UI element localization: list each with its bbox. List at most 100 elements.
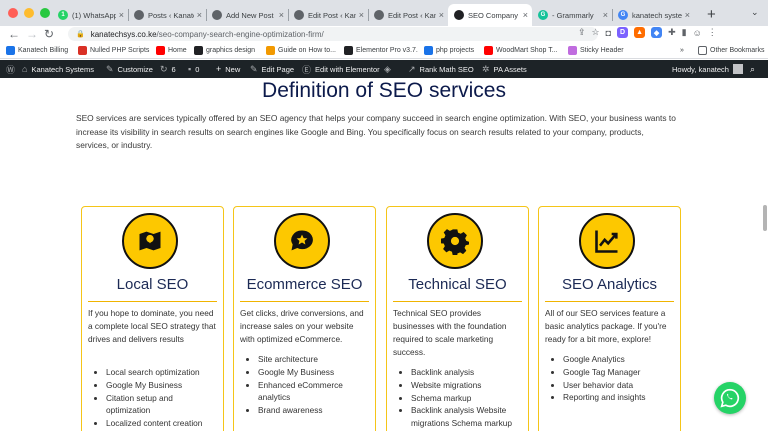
list-item: Localized content creation (106, 417, 219, 430)
list-item: Enhanced eCommerce analytics (258, 379, 371, 405)
php-icon (424, 45, 433, 55)
bookmark-item[interactable]: Kanatech Billing (6, 44, 68, 56)
address-bar[interactable]: 🔒 kanatechsys.co.ke /seo-company-search-… (68, 27, 598, 41)
browser-tab[interactable]: Gkanatech syste × (612, 4, 694, 26)
bookmark-item[interactable]: Home (156, 44, 187, 56)
tab-close-icon[interactable]: × (279, 10, 284, 20)
guide-icon (266, 45, 275, 55)
tab-close-icon[interactable]: × (197, 10, 202, 20)
sidebar-icon[interactable]: ▮ (682, 27, 687, 38)
bookmark-label: Kanatech Billing (18, 46, 69, 54)
lock-icon[interactable]: 🔒 (76, 30, 85, 38)
tab-title: Edit Post ‹ Kana (308, 10, 356, 20)
admin-edit-elementor[interactable]: Ⓔ Edit with Elementor (302, 60, 380, 78)
wp-logo-icon[interactable]: Ⓦ (6, 60, 19, 78)
extension-d-icon[interactable]: D (617, 27, 629, 38)
scrollbar-thumb[interactable] (763, 205, 767, 231)
bookmarks-bar: » Other Bookmarks Kanatech Billing Nulled… (0, 42, 768, 59)
rank-math-icon: ↗ (408, 63, 416, 74)
browser-tab[interactable]: Add New Post ‹ × (206, 4, 288, 26)
list-item: Brand awareness (258, 404, 371, 417)
browser-tab[interactable]: 1 (1) WhatsApp × (52, 4, 128, 26)
admin-comments[interactable]: ▪ 0 (188, 60, 199, 78)
service-card: Technical SEO Technical SEO provides busi… (386, 206, 529, 431)
browser-tab[interactable]: Posts ‹ Kanatec× (128, 4, 206, 26)
tab-close-icon[interactable]: × (439, 10, 444, 20)
extensions-puzzle-icon[interactable]: ✚ (668, 27, 676, 38)
reload-button[interactable]: ↻ (44, 26, 54, 42)
tab-close-icon[interactable]: × (685, 10, 690, 20)
map-pin-icon (122, 213, 178, 269)
browser-tab[interactable]: Edit Post ‹ Kana× (368, 4, 448, 26)
tab-close-icon[interactable]: × (603, 10, 608, 20)
card-description: If you hope to dominate, you need a comp… (88, 308, 216, 344)
back-button[interactable]: ← (8, 26, 20, 42)
share-icon[interactable]: ⇪ (578, 27, 586, 38)
wordpress-icon (294, 10, 304, 20)
browser-tab[interactable]: G - Grammarly × (532, 4, 612, 26)
admin-customize-label: Customize (117, 64, 153, 74)
tab-close-icon[interactable]: × (359, 10, 364, 20)
admin-customize[interactable]: ✎ Customize (106, 60, 153, 78)
tab-close-icon[interactable]: × (523, 10, 528, 20)
browser-tab[interactable]: Edit Post ‹ Kana× (288, 4, 368, 26)
extension-blue-icon[interactable]: ◆ (651, 27, 663, 38)
admin-account[interactable]: Howdy, kanatech (672, 60, 743, 78)
whatsapp-chat-button[interactable] (714, 382, 746, 414)
bookmark-item[interactable]: Guide on How to... (266, 44, 336, 56)
card-description: Technical SEO provides businesses with t… (393, 308, 507, 357)
graphics-icon (194, 45, 203, 55)
intro-paragraph: SEO services are services typically offe… (76, 113, 676, 151)
bookmark-item[interactable]: Nulled PHP Scripts (78, 44, 149, 56)
updates-icon: ↻ (160, 63, 168, 74)
admin-diamond[interactable]: ◈ (384, 60, 395, 78)
service-card: Ecommerce SEO Get clicks, drive conversio… (233, 206, 376, 431)
wordpress-icon (212, 10, 222, 20)
menu-dots-icon[interactable]: ⋮ (708, 27, 717, 38)
admin-new[interactable]: + New (216, 60, 240, 78)
bookmark-item[interactable]: WoodMart Shop T... (484, 44, 558, 56)
bookmarks-overflow-chevron-icon[interactable]: » (680, 44, 684, 56)
bookmark-item[interactable]: Sticky Header (568, 44, 624, 56)
bookmark-item[interactable]: graphics design (194, 44, 255, 56)
bookmark-star-icon[interactable]: ☆ (592, 27, 600, 38)
close-window-button[interactable] (8, 8, 18, 18)
minimize-window-button[interactable] (24, 8, 34, 18)
bookmark-item[interactable]: Elementor Pro v3.7. (344, 44, 418, 56)
admin-updates[interactable]: ↻ 6 (160, 60, 176, 78)
admin-rank-math-label: Rank Math SEO (419, 64, 474, 74)
avatar (732, 64, 743, 74)
other-bookmarks[interactable]: Other Bookmarks (698, 44, 764, 56)
window-controls (8, 8, 50, 18)
admin-site-name[interactable]: ⌂ Kanatech Systems (22, 60, 94, 78)
admin-edit-page[interactable]: ✎ Edit Page (250, 60, 294, 78)
sticky-icon (568, 45, 577, 55)
card-description: Get clicks, drive conversions, and incre… (240, 308, 364, 344)
elementor-icon (344, 45, 353, 55)
admin-pa-assets-label: PA Assets (493, 64, 527, 74)
tab-close-icon[interactable]: × (119, 10, 124, 20)
zoom-window-button[interactable] (40, 8, 50, 18)
extension-flame-icon[interactable]: ▲ (634, 27, 646, 38)
forward-button[interactable]: → (26, 26, 38, 42)
grammarly-icon: G (538, 10, 548, 20)
tab-title: - Grammarly (552, 10, 594, 20)
url-domain: kanatechsys.co.ke (90, 29, 157, 39)
admin-search-icon[interactable]: ⌕ (750, 60, 759, 78)
new-tab-button[interactable]: + (707, 6, 716, 23)
admin-edit-elementor-label: Edit with Elementor (315, 64, 380, 74)
tab-title: (1) WhatsApp (72, 10, 116, 20)
list-item: Local search optimization (106, 366, 219, 379)
admin-rank-math[interactable]: ↗ Rank Math SEO (408, 60, 474, 78)
tab-search-chevron-icon[interactable]: ⌄ (751, 7, 759, 18)
gear-icon (427, 213, 483, 269)
camera-icon[interactable]: ◘ (606, 28, 611, 38)
list-item: Google Tag Manager (563, 366, 676, 379)
profile-icon[interactable]: ☺ (693, 28, 702, 38)
admin-pa-assets[interactable]: ✲ PA Assets (482, 60, 527, 78)
bookmark-item[interactable]: php projects (424, 44, 474, 56)
admin-updates-count: 6 (171, 64, 176, 74)
comment-icon: ▪ (188, 64, 192, 74)
chat-star-icon (274, 213, 330, 269)
browser-tab[interactable]: SEO Company × (448, 4, 532, 26)
